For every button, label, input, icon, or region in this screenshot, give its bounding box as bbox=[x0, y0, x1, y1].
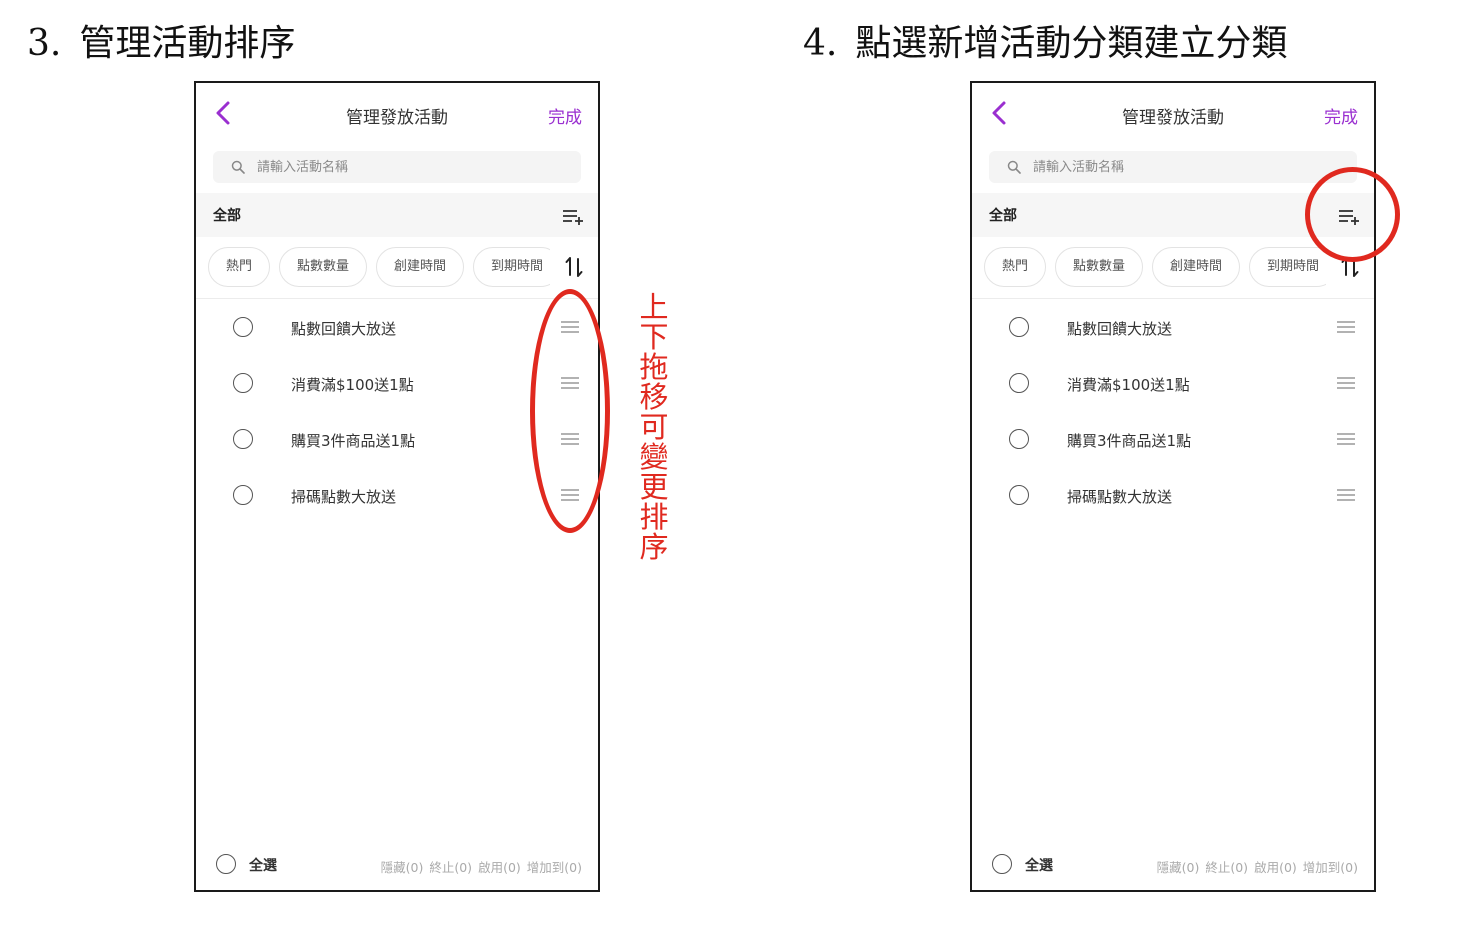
add-to-action[interactable]: 增加到(0) bbox=[527, 860, 582, 875]
activity-name: 點數回饋大放送 bbox=[1067, 320, 1173, 338]
select-all-radio[interactable] bbox=[216, 854, 236, 874]
hide-action[interactable]: 隱藏(0) bbox=[1157, 860, 1200, 875]
row-radio[interactable] bbox=[233, 317, 253, 337]
footer-bar: 全選 隱藏(0) 終止(0) 啟用(0) 增加到(0) bbox=[972, 850, 1374, 890]
footer-actions: 隱藏(0) 終止(0) 啟用(0) 增加到(0) bbox=[375, 857, 582, 876]
search-bar[interactable] bbox=[989, 151, 1357, 183]
annotation-char: 下 bbox=[639, 320, 669, 354]
divider bbox=[972, 298, 1374, 299]
row-radio[interactable] bbox=[1009, 429, 1029, 449]
search-input[interactable] bbox=[1031, 158, 1285, 176]
annotation-char: 拖 bbox=[639, 350, 669, 384]
drag-handle-icon[interactable] bbox=[560, 487, 580, 503]
activity-row: 點數回饋大放送 bbox=[972, 301, 1374, 357]
activity-row: 消費滿$100送1點 bbox=[972, 357, 1374, 413]
chip-created[interactable]: 創建時間 bbox=[376, 247, 465, 287]
annotation-char: 序 bbox=[639, 530, 669, 564]
drag-handle-icon[interactable] bbox=[560, 375, 580, 391]
drag-handle-icon[interactable] bbox=[1336, 375, 1356, 391]
step-title-text: 管理活動排序 bbox=[79, 23, 296, 64]
page-title: 管理發放活動 bbox=[1122, 108, 1224, 128]
enable-action[interactable]: 啟用(0) bbox=[478, 860, 521, 875]
step-number: 3. bbox=[27, 23, 62, 64]
annotation-char: 移 bbox=[639, 380, 669, 414]
step-number: 4. bbox=[803, 23, 838, 64]
chip-points[interactable]: 點數數量 bbox=[1055, 247, 1144, 287]
activity-row: 掃碼點數大放送 bbox=[972, 469, 1374, 525]
category-label: 全部 bbox=[213, 208, 241, 224]
select-all-label[interactable]: 全選 bbox=[1025, 855, 1053, 875]
step-4-title: 4. 點選新增活動分類建立分類 bbox=[803, 14, 1287, 66]
chip-created[interactable]: 創建時間 bbox=[1152, 247, 1241, 287]
enable-action[interactable]: 啟用(0) bbox=[1254, 860, 1297, 875]
activity-name: 消費滿$100送1點 bbox=[291, 376, 414, 394]
search-icon bbox=[1007, 160, 1021, 174]
activity-name: 購買3件商品送1點 bbox=[1067, 432, 1192, 450]
annotation-char: 變 bbox=[639, 440, 669, 474]
sort-icon[interactable] bbox=[562, 255, 586, 279]
activity-name: 消費滿$100送1點 bbox=[1067, 376, 1190, 394]
select-all-radio[interactable] bbox=[992, 854, 1012, 874]
annotation-char: 排 bbox=[639, 500, 669, 534]
done-button[interactable]: 完成 bbox=[1324, 103, 1358, 128]
activity-name: 購買3件商品送1點 bbox=[291, 432, 416, 450]
annotation-char: 可 bbox=[639, 410, 669, 444]
done-button[interactable]: 完成 bbox=[548, 103, 582, 128]
step-3-title: 3. 管理活動排序 bbox=[27, 14, 295, 66]
chip-expiry[interactable]: 到期時間 bbox=[473, 247, 550, 287]
terminate-action[interactable]: 終止(0) bbox=[429, 860, 472, 875]
divider bbox=[196, 298, 598, 299]
activity-row: 點數回饋大放送 bbox=[196, 301, 598, 357]
step-title-text: 點選新增活動分類建立分類 bbox=[855, 23, 1288, 64]
activity-name: 掃碼點數大放送 bbox=[1067, 488, 1173, 506]
drag-handle-icon[interactable] bbox=[560, 431, 580, 447]
chip-popular[interactable]: 熱門 bbox=[984, 247, 1047, 287]
phone-screen-step-4: 管理發放活動 完成 全部 熱門點數數量創建時間到期時間 點數回饋大放送 消費滿$… bbox=[970, 81, 1376, 892]
hide-action[interactable]: 隱藏(0) bbox=[381, 860, 424, 875]
add-category-icon[interactable] bbox=[1336, 203, 1362, 229]
drag-annotation: 上下拖移可變更排序 bbox=[637, 292, 671, 562]
chip-points[interactable]: 點數數量 bbox=[279, 247, 368, 287]
nav-bar: 管理發放活動 完成 bbox=[972, 83, 1374, 145]
add-to-action[interactable]: 增加到(0) bbox=[1303, 860, 1358, 875]
activity-name: 掃碼點數大放送 bbox=[291, 488, 397, 506]
category-bar: 全部 bbox=[972, 193, 1374, 237]
annotation-char: 更 bbox=[639, 470, 669, 504]
search-input[interactable] bbox=[255, 158, 509, 176]
select-all-label[interactable]: 全選 bbox=[249, 855, 277, 875]
footer-actions: 隱藏(0) 終止(0) 啟用(0) 增加到(0) bbox=[1151, 857, 1358, 876]
category-label: 全部 bbox=[989, 208, 1017, 224]
activity-row: 購買3件商品送1點 bbox=[972, 413, 1374, 469]
category-bar: 全部 bbox=[196, 193, 598, 237]
add-category-icon[interactable] bbox=[560, 203, 586, 229]
sort-chips: 熱門 點數數量 創建時間 到期時間 bbox=[208, 247, 550, 287]
activity-name: 點數回饋大放送 bbox=[291, 320, 397, 338]
terminate-action[interactable]: 終止(0) bbox=[1205, 860, 1248, 875]
chip-expiry[interactable]: 到期時間 bbox=[1249, 247, 1326, 287]
row-radio[interactable] bbox=[1009, 317, 1029, 337]
drag-handle-icon[interactable] bbox=[1336, 319, 1356, 335]
chip-popular[interactable]: 熱門 bbox=[208, 247, 271, 287]
row-radio[interactable] bbox=[233, 429, 253, 449]
search-bar[interactable] bbox=[213, 151, 581, 183]
drag-handle-icon[interactable] bbox=[1336, 487, 1356, 503]
phone-screen-step-3: 管理發放活動 完成 全部 熱門點數數量創建時間到期時間 點數回饋大放送 消費滿$… bbox=[194, 81, 600, 892]
page-title: 管理發放活動 bbox=[346, 108, 448, 128]
annotation-char: 上 bbox=[639, 290, 669, 324]
nav-bar: 管理發放活動 完成 bbox=[196, 83, 598, 145]
row-radio[interactable] bbox=[1009, 373, 1029, 393]
footer-bar: 全選 隱藏(0) 終止(0) 啟用(0) 增加到(0) bbox=[196, 850, 598, 890]
sort-icon[interactable] bbox=[1338, 255, 1362, 279]
sort-chips: 熱門 點數數量 創建時間 到期時間 bbox=[984, 247, 1326, 287]
row-radio[interactable] bbox=[233, 373, 253, 393]
row-radio[interactable] bbox=[1009, 485, 1029, 505]
search-icon bbox=[231, 160, 245, 174]
drag-handle-icon[interactable] bbox=[560, 319, 580, 335]
activity-row: 消費滿$100送1點 bbox=[196, 357, 598, 413]
activity-row: 購買3件商品送1點 bbox=[196, 413, 598, 469]
row-radio[interactable] bbox=[233, 485, 253, 505]
drag-handle-icon[interactable] bbox=[1336, 431, 1356, 447]
activity-row: 掃碼點數大放送 bbox=[196, 469, 598, 525]
